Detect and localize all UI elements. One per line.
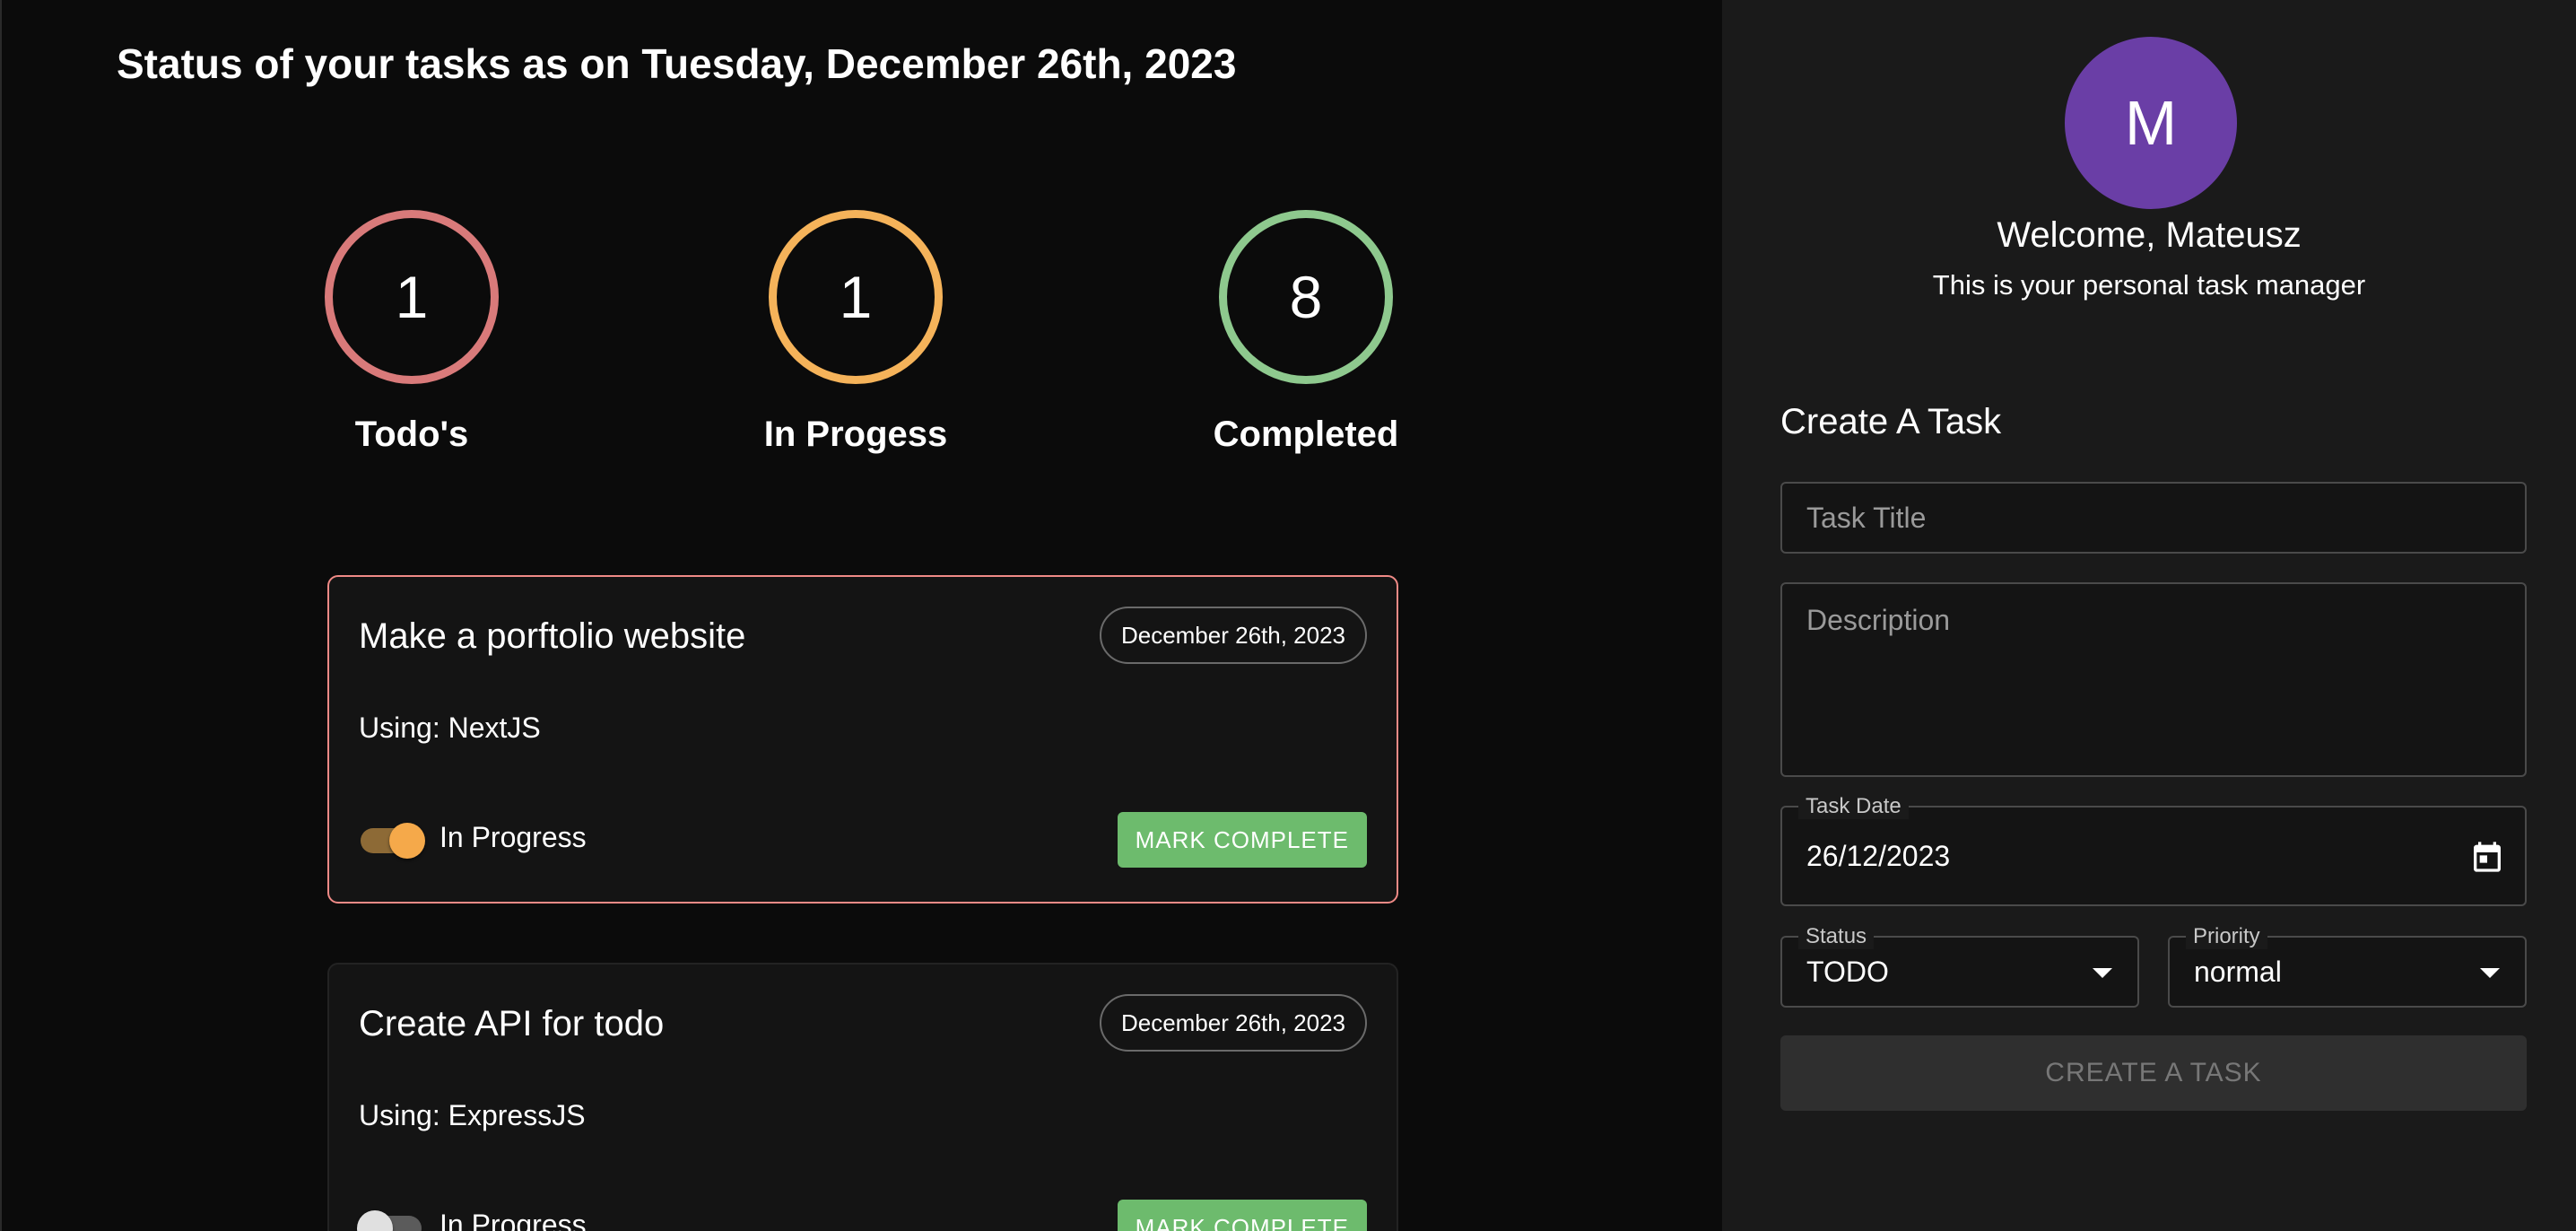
stat-todos-count: 1 — [325, 210, 499, 384]
task-description-input[interactable] — [1782, 584, 2525, 775]
stat-completed: 8 Completed — [1144, 210, 1467, 455]
task-title: Make a porftolio website — [359, 616, 746, 656]
task-title: Create API for todo — [359, 1004, 665, 1043]
create-task-button[interactable]: CREATE A TASK — [1780, 1035, 2527, 1111]
welcome-subtitle: This is your personal task manager — [1932, 269, 2366, 301]
priority-value: normal — [2194, 956, 2282, 988]
welcome-text: Welcome, Mateusz — [1997, 215, 2302, 255]
priority-label: Priority — [2186, 924, 2267, 949]
task-date-chip: December 26th, 2023 — [1099, 607, 1367, 664]
mark-complete-button[interactable]: MARK COMPLETE — [1117, 812, 1367, 868]
page-title: Status of your tasks as on Tuesday, Dece… — [117, 40, 1237, 87]
toggle-thumb — [357, 1210, 393, 1231]
in-progress-toggle-row: In Progress — [357, 1207, 587, 1231]
task-date-chip: December 26th, 2023 — [1099, 994, 1367, 1052]
sidebar: M Welcome, Mateusz This is your personal… — [1722, 0, 2576, 1231]
in-progress-toggle[interactable] — [359, 819, 425, 859]
task-description: Using: ExpressJS — [359, 1099, 586, 1131]
in-progress-toggle[interactable] — [357, 1207, 423, 1231]
status-select[interactable]: Status TODO — [1780, 924, 2139, 1008]
task-title-field — [1780, 482, 2527, 554]
stat-in-progress: 1 In Progess — [694, 210, 1017, 455]
task-card: Make a porftolio website December 26th, … — [327, 575, 1398, 904]
chevron-down-icon — [2093, 968, 2112, 978]
toggle-label: In Progress — [439, 820, 587, 853]
status-label: Status — [1798, 924, 1875, 949]
stat-in-progress-count: 1 — [769, 210, 943, 384]
task-date-field[interactable]: Task Date 26/12/2023 — [1780, 794, 2527, 906]
task-date-label: Task Date — [1798, 794, 1909, 819]
priority-select[interactable]: Priority normal — [2168, 924, 2527, 1008]
task-card: Create API for todo December 26th, 2023 … — [327, 963, 1398, 1231]
main-dashboard: Status of your tasks as on Tuesday, Dece… — [0, 0, 1722, 1231]
toggle-label: In Progress — [439, 1208, 587, 1231]
stat-in-progress-label: In Progess — [763, 415, 948, 454]
stat-todos: 1 Todo's — [250, 210, 573, 455]
task-description-field — [1780, 582, 2527, 777]
stat-completed-count: 8 — [1219, 210, 1393, 384]
avatar: M — [2065, 37, 2237, 209]
mark-complete-button[interactable]: MARK COMPLETE — [1117, 1200, 1367, 1231]
in-progress-toggle-row: In Progress — [359, 819, 587, 859]
task-title-input[interactable] — [1782, 484, 2525, 552]
task-date-value: 26/12/2023 — [1806, 840, 1951, 872]
toggle-thumb — [389, 823, 425, 859]
stat-todos-label: Todo's — [354, 415, 469, 454]
calendar-icon[interactable] — [2469, 838, 2505, 876]
create-task-heading: Create A Task — [1780, 402, 2002, 441]
task-description: Using: NextJS — [359, 712, 541, 744]
stat-completed-label: Completed — [1213, 415, 1399, 454]
status-value: TODO — [1806, 956, 1889, 988]
chevron-down-icon — [2480, 968, 2500, 978]
